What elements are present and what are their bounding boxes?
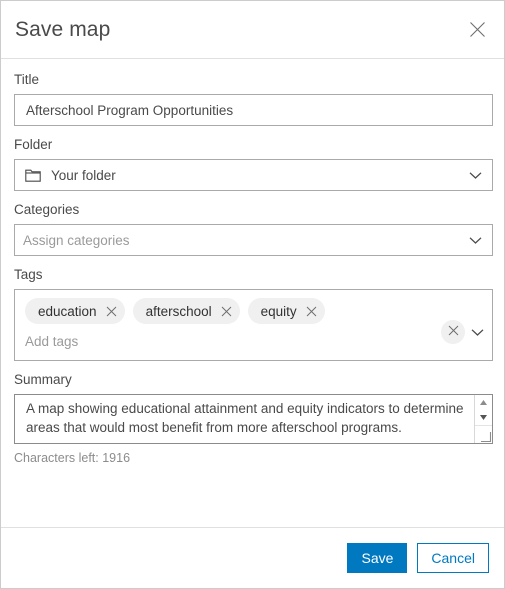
categories-label: Categories: [14, 202, 80, 217]
save-map-dialog: Save map Title Afterschool Program Oppor…: [0, 0, 505, 589]
chevron-down-icon: [471, 328, 484, 336]
cancel-button[interactable]: Cancel: [417, 543, 489, 573]
tags-placeholder: Add tags: [25, 334, 79, 349]
tag-chip[interactable]: equity: [247, 298, 325, 324]
tags-input[interactable]: education afterschool equity Add tags: [14, 289, 493, 361]
title-label: Title: [14, 72, 40, 87]
dialog-header: Save map: [1, 1, 504, 59]
resize-grip-icon[interactable]: [475, 426, 492, 443]
dialog-body: Title Afterschool Program Opportunities …: [1, 59, 504, 527]
field-categories: Categories Assign categories: [14, 201, 493, 256]
field-title: Title Afterschool Program Opportunities: [14, 71, 493, 126]
close-icon[interactable]: [106, 306, 117, 317]
folder-icon: [25, 168, 41, 182]
clear-tags-button[interactable]: [441, 320, 465, 344]
scroll-up-button[interactable]: [475, 395, 492, 410]
scroll-down-button[interactable]: [475, 410, 492, 425]
tag-chip[interactable]: education: [25, 298, 125, 324]
tag-chip-label: education: [38, 303, 97, 319]
close-dialog-button[interactable]: [460, 13, 494, 47]
chevron-down-icon: [469, 171, 482, 180]
tag-chip-label: equity: [260, 303, 297, 319]
dialog-footer: Save Cancel: [1, 527, 504, 588]
field-summary: Summary A map showing educational attain…: [14, 371, 493, 465]
categories-select[interactable]: Assign categories: [14, 224, 493, 256]
summary-label: Summary: [14, 372, 72, 387]
close-icon: [448, 323, 459, 341]
field-tags: Tags education afterschool equity Add ta…: [14, 266, 493, 361]
characters-left-text: Characters left: 1916: [14, 451, 131, 465]
tag-chip-list: education afterschool equity: [15, 298, 492, 324]
folder-select-value: Your folder: [51, 167, 116, 183]
tag-chip[interactable]: afterschool: [132, 298, 240, 324]
folder-label: Folder: [14, 137, 53, 152]
save-button[interactable]: Save: [347, 543, 408, 573]
page-title: Save map: [15, 18, 111, 41]
summary-scrollbar[interactable]: [474, 395, 492, 443]
close-icon[interactable]: [221, 306, 232, 317]
chevron-down-icon: [469, 236, 482, 245]
summary-textarea-value: A map showing educational attainment and…: [26, 401, 464, 435]
triangle-up-icon: [480, 400, 487, 405]
summary-textarea[interactable]: A map showing educational attainment and…: [14, 394, 493, 444]
title-input-value: Afterschool Program Opportunities: [26, 102, 234, 118]
close-icon: [469, 21, 486, 38]
triangle-down-icon: [480, 415, 487, 420]
field-folder: Folder Your folder: [14, 136, 493, 191]
tag-chip-label: afterschool: [145, 303, 212, 319]
folder-select[interactable]: Your folder: [14, 159, 493, 191]
title-input[interactable]: Afterschool Program Opportunities: [14, 94, 493, 126]
tags-dropdown-toggle[interactable]: [471, 328, 484, 337]
tags-label: Tags: [14, 267, 43, 282]
categories-placeholder: Assign categories: [23, 232, 130, 248]
tags-actions: [441, 320, 486, 344]
close-icon[interactable]: [306, 306, 317, 317]
